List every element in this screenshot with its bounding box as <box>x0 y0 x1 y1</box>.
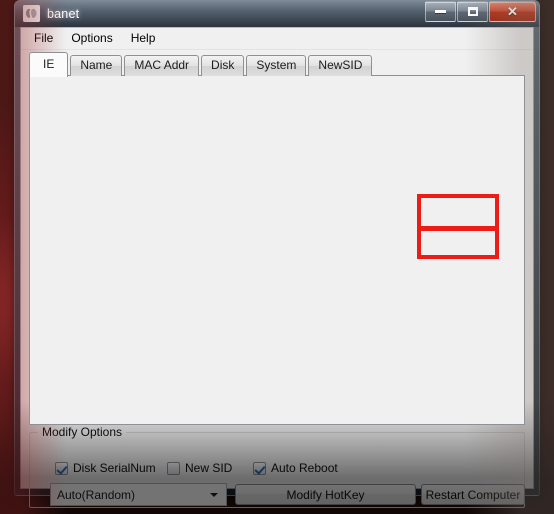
tab-newsid[interactable]: NewSID <box>308 55 373 76</box>
modify-options-group-title: Modify Options <box>38 425 127 439</box>
close-button[interactable]: ✕ <box>489 1 536 22</box>
maximize-button[interactable] <box>457 1 488 22</box>
maximize-icon <box>467 7 478 16</box>
client-area: File Options Help IE Name MAC Addr Disk … <box>20 27 534 508</box>
checkbox-box-auto-reboot[interactable] <box>253 461 266 475</box>
modify-disk-serialnum-checkbox[interactable]: Disk SerialNum <box>55 461 156 475</box>
tab-strip: IE Name MAC Addr Disk System NewSID <box>29 52 525 77</box>
modify-new-sid-checkbox[interactable]: New SID <box>167 461 232 475</box>
window-controls: ✕ <box>424 1 536 22</box>
application-window: banet ✕ File Options Help IE Name MAC Ad… <box>14 0 540 508</box>
tab-system[interactable]: System <box>246 55 307 76</box>
tab-mac-addr[interactable]: MAC Addr <box>124 55 200 76</box>
minimize-button[interactable] <box>425 1 456 22</box>
desktop-background: banet ✕ File Options Help IE Name MAC Ad… <box>0 0 554 514</box>
window-title: banet <box>47 6 80 21</box>
menu-item-file[interactable]: File <box>25 29 62 48</box>
close-icon: ✕ <box>507 4 518 19</box>
modify-new-sid-label: New SID <box>185 461 233 475</box>
mode-select-combobox[interactable]: Auto(Random) <box>50 483 227 506</box>
restart-computer-button[interactable]: Restart Computer <box>421 484 525 505</box>
menu-item-options[interactable]: Options <box>62 29 121 48</box>
tab-panel-ie <box>29 75 525 425</box>
menu-item-help[interactable]: Help <box>122 29 165 48</box>
tab-ie[interactable]: IE <box>29 52 69 77</box>
mode-select-value: Auto(Random) <box>57 487 136 502</box>
checkbox-box-disk-serialnum[interactable] <box>55 461 68 475</box>
chevron-down-icon-mode[interactable] <box>205 485 222 504</box>
modify-auto-reboot-checkbox[interactable]: Auto Reboot <box>253 461 338 475</box>
modify-disk-serialnum-label: Disk SerialNum <box>73 461 156 475</box>
tab-disk[interactable]: Disk <box>201 55 245 76</box>
menu-bar: File Options Help <box>21 28 533 50</box>
banet-logo-icon <box>23 5 40 22</box>
checkbox-box-new-sid[interactable] <box>167 461 180 475</box>
title-bar: banet ✕ <box>15 0 539 27</box>
minimize-icon <box>435 10 446 13</box>
modify-auto-reboot-label: Auto Reboot <box>271 461 338 475</box>
modify-hotkey-button[interactable]: Modify HotKey <box>235 484 416 505</box>
tab-name[interactable]: Name <box>70 55 123 76</box>
